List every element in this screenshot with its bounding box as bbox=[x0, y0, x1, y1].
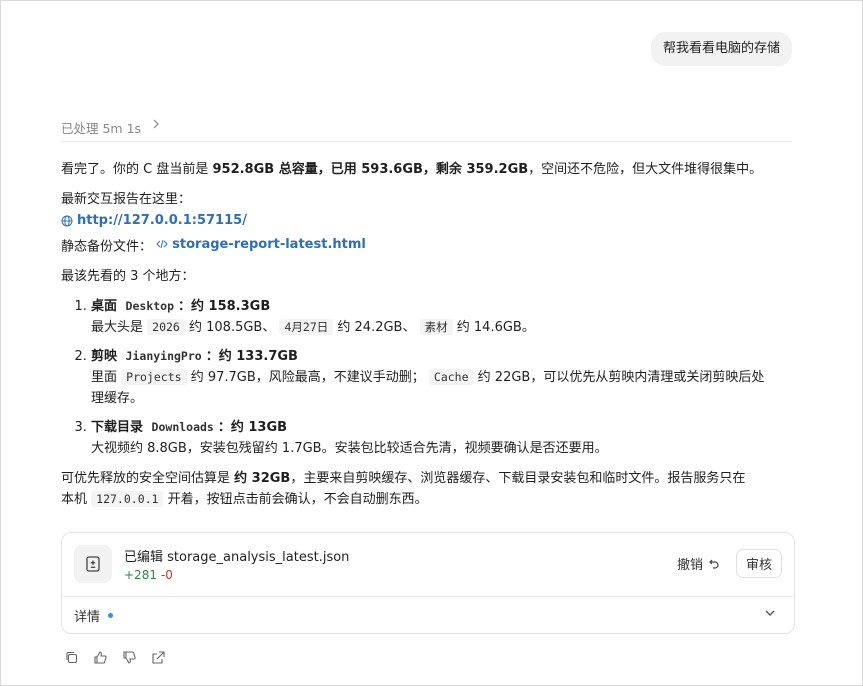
footer-note: 可优先释放的安全空间估算是 约 32GB，主要来自剪映缓存、浏览器缓存、下载目录… bbox=[61, 471, 746, 507]
chevron-right-icon bbox=[151, 118, 161, 133]
review-button[interactable]: 审核 bbox=[735, 549, 782, 578]
undo-button[interactable]: 撤销 bbox=[677, 554, 720, 573]
chat-window: 帮我看看电脑的存储 已处理 5m 1s 看完了。你的 C 盘当前是 952.8G… bbox=[0, 0, 863, 686]
processed-toggle[interactable]: 已处理 5m 1s bbox=[61, 118, 792, 142]
details-label: 详情 bbox=[74, 610, 101, 625]
chevron-down-icon bbox=[765, 610, 775, 616]
disk-stats: 952.8GB 总容量，已用 593.6GB，剩余 359.2GB bbox=[212, 162, 529, 177]
message-actions bbox=[64, 650, 166, 665]
lines-added: +281 bbox=[124, 568, 157, 582]
diff-stats: +281 -0 bbox=[124, 568, 173, 582]
status-dot bbox=[108, 613, 114, 618]
places-intro: 最该先看的 3 个地方： bbox=[61, 269, 195, 284]
file-edit-card: 已编辑 storage_analysis_latest.json +281 -0 … bbox=[61, 532, 795, 634]
places-list: 桌面 Desktop：约 158.3GB 最大头是 2026 约 108.5GB… bbox=[61, 296, 791, 459]
copy-icon[interactable] bbox=[64, 650, 79, 665]
share-icon[interactable] bbox=[151, 650, 166, 665]
backup-line: 静态备份文件： storage-report-latest.html bbox=[61, 234, 791, 258]
list-item: 桌面 Desktop：约 158.3GB 最大头是 2026 约 108.5GB… bbox=[91, 296, 791, 338]
thumbs-down-icon[interactable] bbox=[122, 650, 137, 665]
code-icon bbox=[156, 239, 168, 249]
globe-icon bbox=[61, 215, 73, 226]
summary-line: 看完了。你的 C 盘当前是 952.8GB 总容量，已用 593.6GB，剩余 … bbox=[61, 162, 763, 177]
user-message-bubble: 帮我看看电脑的存储 bbox=[650, 32, 792, 66]
report-url-link[interactable]: http://127.0.0.1:57115/ bbox=[61, 210, 247, 231]
lines-removed: -0 bbox=[160, 568, 173, 582]
edited-file-title: 已编辑 storage_analysis_latest.json bbox=[124, 550, 350, 565]
report-intro: 最新交互报告在这里： bbox=[61, 192, 192, 207]
file-edit-header: 已编辑 storage_analysis_latest.json +281 -0 … bbox=[62, 533, 794, 597]
processed-label: 已处理 5m 1s bbox=[61, 121, 142, 136]
details-toggle[interactable]: 详情 bbox=[62, 597, 794, 634]
undo-icon bbox=[709, 559, 719, 569]
file-diff-icon bbox=[74, 545, 112, 583]
assistant-message: 看完了。你的 C 盘当前是 952.8GB 总容量，已用 593.6GB，剩余 … bbox=[61, 159, 791, 510]
list-item: 下载目录 Downloads：约 13GB 大视频约 8.8GB，安装包残留约 … bbox=[91, 417, 791, 459]
backup-file-link[interactable]: storage-report-latest.html bbox=[156, 234, 366, 255]
thumbs-up-icon[interactable] bbox=[93, 650, 108, 665]
report-url-line: http://127.0.0.1:57115/ bbox=[61, 210, 791, 234]
list-item: 剪映 JianyingPro：约 133.7GB 里面 Projects 约 9… bbox=[91, 346, 791, 409]
